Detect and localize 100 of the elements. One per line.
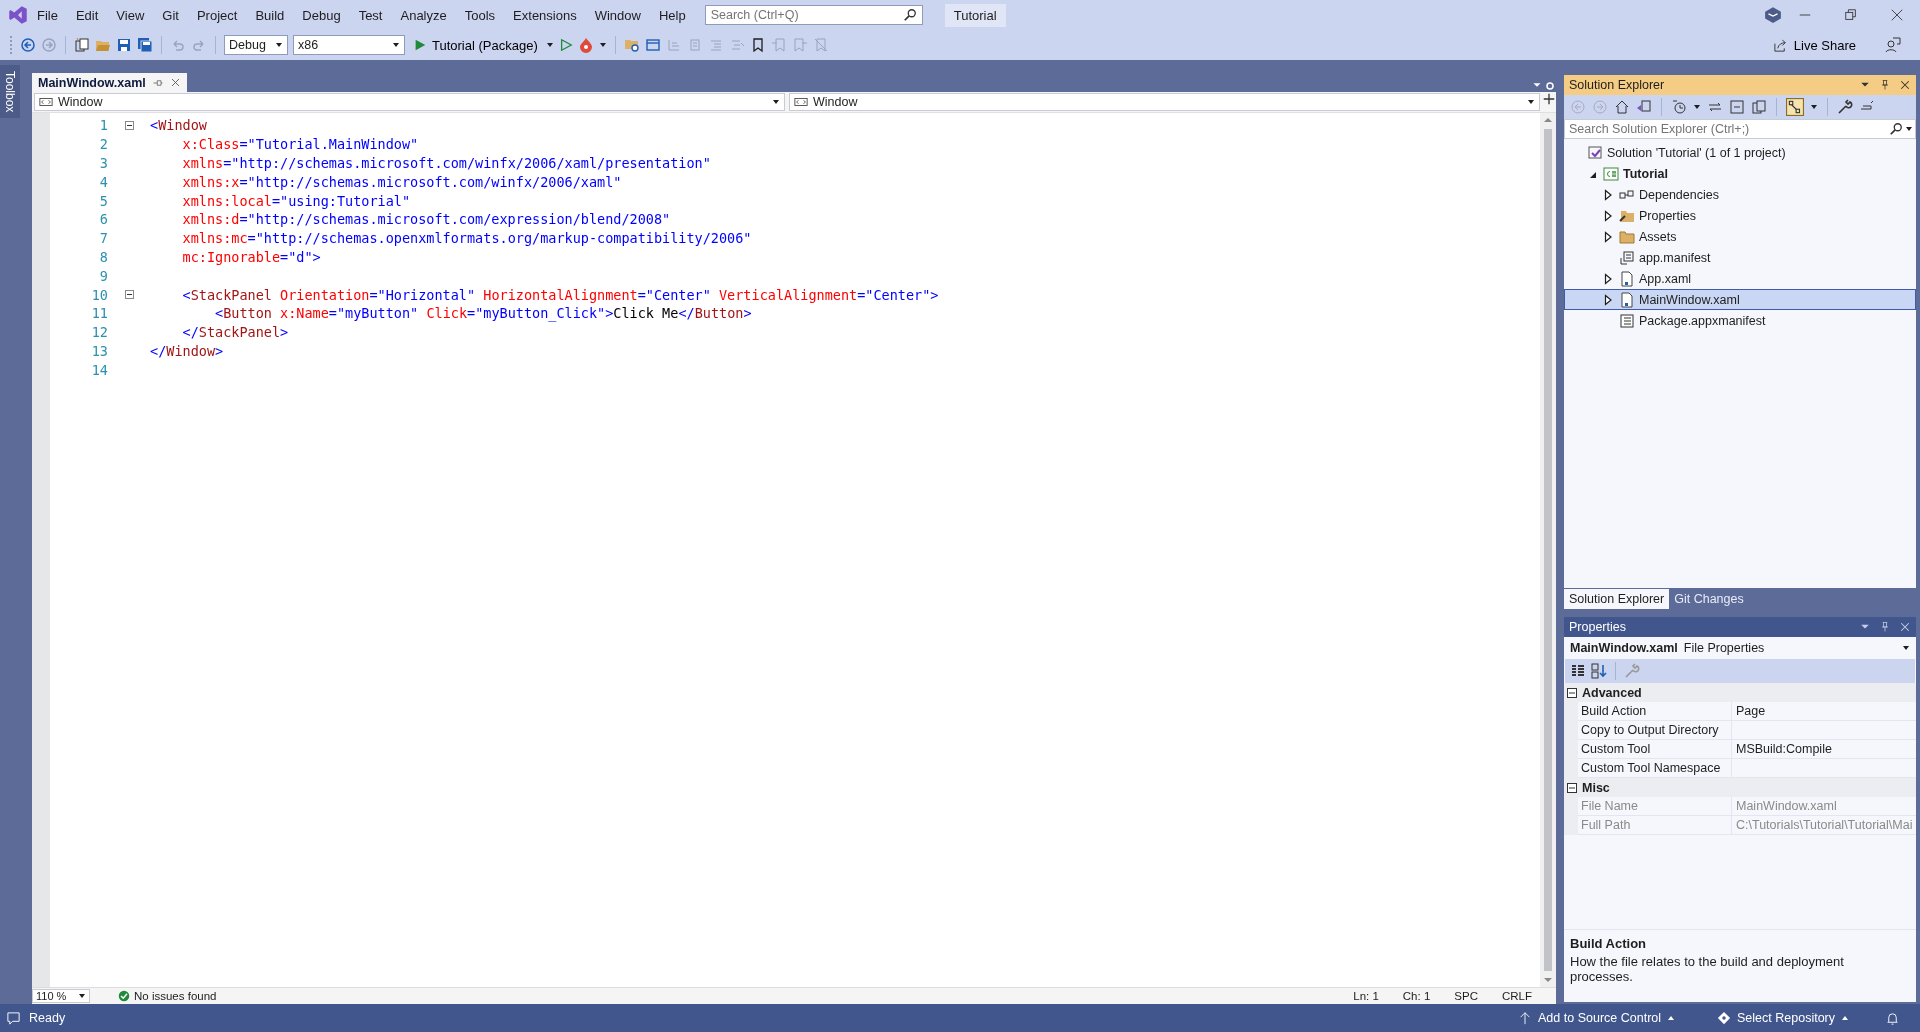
status-bar-button[interactable]: Select Repository — [1711, 1010, 1855, 1026]
solution-name-badge[interactable]: Tutorial — [944, 3, 1006, 27]
caret-icon[interactable] — [772, 98, 780, 106]
platform-dropdown[interactable]: x86 — [293, 35, 405, 55]
message-icon[interactable] — [6, 1010, 21, 1026]
caret-icon[interactable] — [392, 41, 400, 49]
collapsed-arrow-icon[interactable] — [1602, 188, 1614, 201]
line-number: 8 — [98, 248, 108, 265]
save-icon[interactable] — [116, 37, 132, 53]
tree-item[interactable]: Dependencies — [1564, 184, 1916, 205]
new-item-icon[interactable] — [74, 37, 90, 53]
element-icon — [39, 95, 53, 109]
menu-item[interactable]: Project — [187, 3, 247, 27]
search-icon[interactable] — [902, 8, 917, 22]
copy-icon[interactable] — [1751, 99, 1767, 115]
wrench-icon[interactable] — [1837, 99, 1853, 115]
panel-tab[interactable]: Solution Explorer — [1564, 589, 1670, 609]
tree-item[interactable]: Assets — [1564, 226, 1916, 247]
property-value[interactable]: MSBuild:Compile — [1732, 740, 1916, 759]
menu-item[interactable]: Window — [585, 3, 650, 27]
categorized-icon[interactable] — [1570, 663, 1586, 679]
diagram-icon[interactable] — [1786, 98, 1804, 116]
toolbox-tab[interactable]: Toolbox — [0, 65, 20, 119]
menu-item[interactable]: File — [28, 3, 67, 27]
menu-item[interactable]: Help — [649, 3, 695, 27]
menu-item[interactable]: Debug — [293, 3, 350, 27]
code-line: x:Class="Tutorial.MainWindow" — [181, 136, 419, 153]
close-icon[interactable] — [1890, 8, 1904, 22]
property-name: Build Action — [1578, 702, 1732, 721]
panel-title: Properties — [1569, 620, 1627, 634]
issues-status[interactable]: No issues found — [134, 990, 217, 1002]
caret-icon[interactable] — [1905, 125, 1913, 133]
document-tab[interactable]: MainWindow.xaml — [32, 73, 187, 92]
history-icon[interactable] — [1671, 99, 1687, 115]
menu-item[interactable]: Build — [246, 3, 294, 27]
pin-icon[interactable] — [1879, 79, 1891, 91]
object-selector[interactable]: MainWindow.xaml File Properties — [1564, 637, 1916, 659]
run-button[interactable]: Tutorial (Package) — [410, 35, 541, 55]
code-line: xmlns:x="http://schemas.microsoft.com/winfx/2006/xaml" — [181, 173, 622, 190]
close-icon[interactable] — [1899, 79, 1911, 91]
menu-item[interactable]: Tools — [455, 3, 505, 27]
navigation-dropdown[interactable]: Window — [34, 93, 785, 111]
live-share-button[interactable]: Live Share — [1766, 36, 1862, 54]
tree-item[interactable]: Tutorial — [1564, 163, 1916, 184]
menu-item[interactable]: View — [107, 3, 154, 27]
tree-item[interactable]: Properties — [1564, 205, 1916, 226]
caret-icon[interactable] — [1902, 644, 1910, 652]
menu-item[interactable]: Edit — [66, 3, 108, 27]
search-icon[interactable] — [1889, 122, 1903, 136]
caret-icon[interactable] — [1810, 103, 1818, 111]
caret-icon[interactable] — [78, 992, 86, 1000]
collapse-icon[interactable] — [1567, 782, 1577, 793]
switch-views-icon[interactable] — [1636, 99, 1652, 115]
manifest-icon — [1619, 249, 1635, 266]
status-bar-button[interactable]: Add to Source Control — [1512, 1010, 1682, 1026]
collapse-icon[interactable] — [1567, 687, 1577, 698]
bell-icon[interactable] — [1885, 1010, 1900, 1026]
window-icon[interactable] — [644, 37, 661, 53]
scrollbar[interactable] — [1540, 113, 1556, 987]
collapsed-arrow-icon[interactable] — [1602, 230, 1614, 243]
caret-icon[interactable] — [545, 41, 554, 49]
collapsed-arrow-icon[interactable] — [1602, 293, 1614, 306]
restore-icon[interactable] — [1844, 8, 1858, 22]
line-number: 6 — [98, 211, 108, 228]
caret-icon[interactable] — [275, 41, 283, 49]
property-value[interactable]: Page — [1732, 702, 1916, 721]
collapsed-arrow-icon[interactable] — [1602, 209, 1614, 222]
search-field[interactable]: Search (Ctrl+Q) — [704, 5, 923, 25]
search-field[interactable]: Search Solution Explorer (Ctrl+;) — [1564, 119, 1916, 139]
save-all-icon[interactable] — [137, 37, 153, 53]
settings-icon[interactable] — [1544, 80, 1556, 92]
tree-item[interactable]: Solution 'Tutorial' (1 of 1 project) — [1564, 142, 1916, 163]
caret-icon[interactable] — [598, 41, 607, 49]
menu-item[interactable]: Test — [349, 3, 392, 27]
home-icon[interactable] — [1614, 99, 1630, 115]
app-logo-icon[interactable] — [8, 5, 28, 25]
tree-item[interactable]: Package.appxmanifest — [1564, 310, 1916, 331]
caret-icon[interactable] — [1693, 103, 1701, 111]
tree-item[interactable]: App.xaml — [1564, 268, 1916, 289]
code-line: xmlns:mc="http://schemas.openxmlformats.org/markup-compatibility/2006" — [181, 230, 752, 247]
alphabetical-icon[interactable] — [1591, 663, 1607, 679]
configuration-dropdown[interactable]: Debug — [224, 35, 288, 55]
menu-item[interactable]: Extensions — [504, 3, 586, 27]
collapsed-arrow-icon[interactable] — [1602, 272, 1614, 285]
folder-search-icon[interactable] — [623, 37, 640, 53]
code-line: </Window> — [150, 342, 224, 359]
split-icon[interactable] — [1542, 92, 1556, 106]
back-icon[interactable] — [20, 37, 36, 53]
collapse-icon[interactable] — [124, 120, 134, 130]
menu-item[interactable]: Analyze — [391, 3, 456, 27]
zoom-dropdown[interactable]: 110 % — [32, 989, 90, 1003]
caret-icon[interactable] — [1527, 98, 1535, 106]
collapse-icon[interactable] — [124, 290, 134, 300]
menu-item[interactable]: Git — [153, 3, 188, 27]
navigation-dropdown[interactable]: Window — [789, 93, 1540, 111]
tree-item[interactable]: MainWindow.xaml — [1564, 289, 1916, 310]
feedback-person-icon[interactable] — [1885, 37, 1901, 53]
collapse-all-icon[interactable] — [1729, 99, 1745, 115]
close-icon[interactable] — [169, 77, 181, 88]
tree-item[interactable]: app.manifest — [1564, 247, 1916, 268]
